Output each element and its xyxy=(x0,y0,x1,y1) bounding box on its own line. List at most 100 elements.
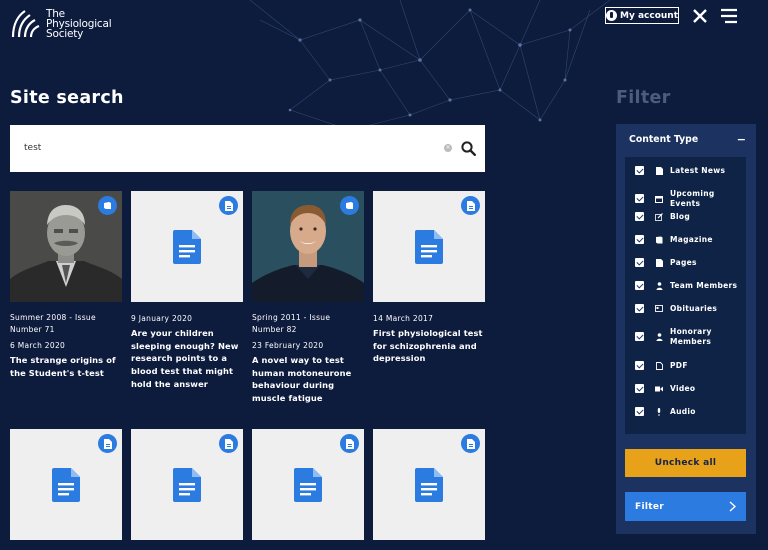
result-date: 23 February 2020 xyxy=(252,341,324,350)
checkbox[interactable] xyxy=(635,384,644,394)
result-thumbnail[interactable] xyxy=(131,191,243,302)
filter-option-video[interactable]: Video xyxy=(635,384,695,394)
microphone-icon xyxy=(655,407,663,416)
filter-heading: Filter xyxy=(616,88,671,108)
document-icon xyxy=(173,468,201,502)
filter-option-pdf[interactable]: PDF xyxy=(635,361,688,371)
result-date: 9 January 2020 xyxy=(131,314,193,323)
page-badge-icon xyxy=(461,434,480,453)
result-title[interactable]: First physiological test for schizophren… xyxy=(373,327,485,365)
result-date: 6 March 2020 xyxy=(10,341,66,350)
clear-search-icon[interactable]: × xyxy=(444,144,452,152)
result-thumbnail-portrait[interactable] xyxy=(10,191,122,302)
close-icon[interactable] xyxy=(691,7,709,25)
page-badge-icon xyxy=(340,434,359,453)
result-thumbnail[interactable] xyxy=(131,429,243,540)
person-icon xyxy=(655,281,663,290)
result-card[interactable] xyxy=(131,429,243,540)
document-icon xyxy=(415,468,443,502)
filter-button-label: Filter xyxy=(635,501,664,512)
filter-option-audio[interactable]: Audio xyxy=(635,407,696,417)
checkbox[interactable] xyxy=(635,235,644,245)
checkbox[interactable] xyxy=(635,212,644,222)
checkbox[interactable] xyxy=(635,258,644,268)
filter-option-label: Latest News xyxy=(670,166,726,175)
content-type-heading[interactable]: Content Type xyxy=(629,134,698,145)
search-box: × xyxy=(10,125,485,172)
page-title: Site search xyxy=(10,88,124,108)
filter-option-label: Honorary Members xyxy=(670,327,712,346)
result-thumbnail-portrait[interactable] xyxy=(252,191,364,302)
checkbox[interactable] xyxy=(635,332,644,341)
page-badge-icon xyxy=(98,434,117,453)
document-icon xyxy=(52,468,80,502)
search-icon[interactable] xyxy=(461,141,476,156)
result-thumbnail[interactable] xyxy=(10,429,122,540)
collapse-toggle[interactable]: − xyxy=(737,133,746,146)
filter-option-label: Audio xyxy=(670,407,696,416)
menu-icon[interactable] xyxy=(720,8,738,24)
account-icon xyxy=(606,10,617,21)
result-title[interactable]: Are your children sleeping enough? New r… xyxy=(131,327,243,391)
result-thumbnail[interactable] xyxy=(252,429,364,540)
card-icon xyxy=(655,304,663,313)
checkbox[interactable] xyxy=(635,304,644,314)
result-thumbnail[interactable] xyxy=(373,191,485,302)
site-logo[interactable]: The Physiological Society xyxy=(11,9,112,40)
news-icon xyxy=(655,166,663,175)
filter-button[interactable]: Filter xyxy=(625,492,746,521)
checkbox[interactable] xyxy=(635,361,644,371)
filter-option-label: Obituaries xyxy=(670,304,718,313)
result-date: 14 March 2017 xyxy=(373,314,434,323)
result-card[interactable]: 9 January 2020 Are your children sleepin… xyxy=(131,191,243,391)
result-issue: Summer 2008 - Issue Number 71 xyxy=(10,313,96,334)
result-card[interactable] xyxy=(10,429,122,540)
logo-waves-icon xyxy=(11,10,40,38)
filter-option-label: Video xyxy=(670,384,696,393)
content-type-options: Latest News Upcoming Events Blog Magazin… xyxy=(625,157,746,434)
magazine-badge-icon xyxy=(98,196,117,215)
magazine-badge-icon xyxy=(340,196,359,215)
page-badge-icon xyxy=(461,196,480,215)
filter-option-obituaries[interactable]: Obituaries xyxy=(635,304,717,314)
uncheck-all-button[interactable]: Uncheck all xyxy=(625,449,746,477)
filter-option-label: Magazine xyxy=(670,235,713,244)
filter-option-magazine[interactable]: Magazine xyxy=(635,235,713,245)
document-icon xyxy=(415,230,443,264)
filter-option-team-members[interactable]: Team Members xyxy=(635,281,737,291)
my-account-button[interactable]: My account xyxy=(605,7,679,24)
result-card[interactable] xyxy=(252,429,364,540)
filter-option-label: Team Members xyxy=(670,281,738,290)
result-card[interactable]: 14 March 2017 First physiological test f… xyxy=(373,191,485,365)
filter-option-blog[interactable]: Blog xyxy=(635,212,690,222)
result-thumbnail[interactable] xyxy=(373,429,485,540)
filter-option-upcoming-events[interactable]: Upcoming Events xyxy=(635,189,746,208)
chevron-right-icon xyxy=(729,501,736,512)
result-card[interactable]: Summer 2008 - Issue Number 71 6 March 20… xyxy=(10,191,122,379)
person-icon xyxy=(655,332,663,341)
filter-option-pages[interactable]: Pages xyxy=(635,258,697,268)
result-title[interactable]: A novel way to test human motoneurone be… xyxy=(252,354,364,405)
checkbox[interactable] xyxy=(635,166,644,176)
book-icon xyxy=(655,235,663,244)
filter-option-honorary-members[interactable]: Honorary Members xyxy=(635,327,714,346)
checkbox[interactable] xyxy=(635,407,644,417)
filter-panel: Content Type − Latest News Upcoming Even… xyxy=(616,124,756,534)
filter-option-latest-news[interactable]: Latest News xyxy=(635,166,725,176)
result-card[interactable]: Spring 2011 - Issue Number 82 23 Februar… xyxy=(252,191,364,405)
filter-option-label: PDF xyxy=(670,361,688,370)
calendar-icon xyxy=(655,194,663,203)
video-icon xyxy=(655,384,663,393)
checkbox[interactable] xyxy=(635,194,644,203)
logo-line-3: Society xyxy=(46,28,84,40)
page-icon xyxy=(655,258,663,267)
filter-option-label: Pages xyxy=(670,258,697,267)
checkbox[interactable] xyxy=(635,281,644,291)
result-title[interactable]: The strange origins of the Student's t-t… xyxy=(10,354,122,379)
search-input[interactable] xyxy=(24,139,424,157)
result-card[interactable] xyxy=(373,429,485,540)
logo-text: The Physiological Society xyxy=(46,9,112,40)
page-badge-icon xyxy=(219,196,238,215)
result-issue: Spring 2011 - Issue Number 82 xyxy=(252,313,331,334)
pencil-icon xyxy=(655,212,663,221)
